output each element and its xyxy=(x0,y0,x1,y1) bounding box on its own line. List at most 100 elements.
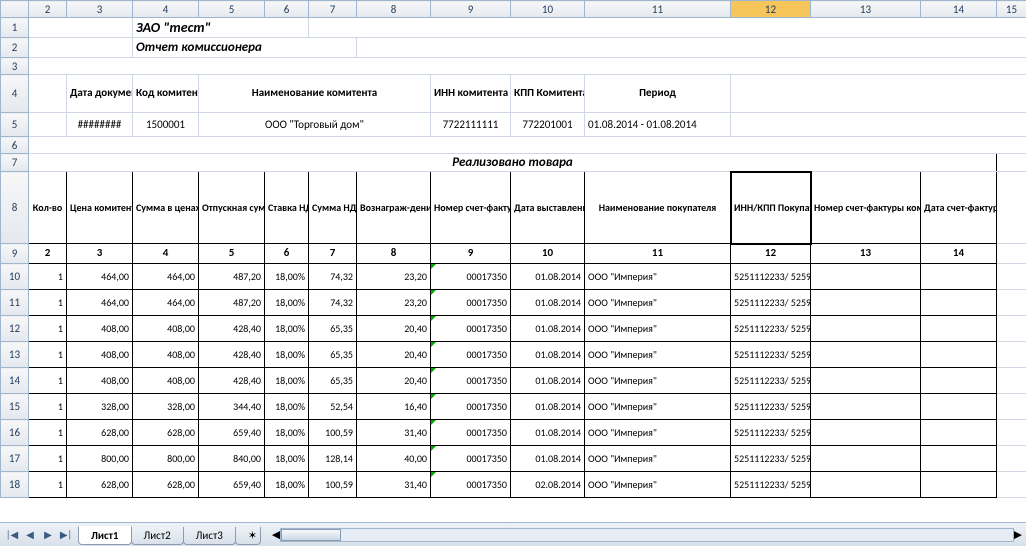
data-cell[interactable]: 487,20 xyxy=(199,264,265,290)
colnum-7[interactable]: 7 xyxy=(309,244,357,264)
data-cell[interactable] xyxy=(921,420,997,446)
data-cell[interactable]: 20,40 xyxy=(357,342,431,368)
row-header-17[interactable]: 17 xyxy=(1,446,29,472)
data-cell[interactable]: 1 xyxy=(29,446,67,472)
data-cell[interactable]: 800,00 xyxy=(67,446,133,472)
data-cell[interactable]: 5251112233/ 525901001 xyxy=(731,394,811,420)
data-cell[interactable]: 01.08.2014 xyxy=(511,394,585,420)
data-cell[interactable]: ООО "Империя" xyxy=(585,446,731,472)
sheet-tab-Лист2[interactable]: Лист2 xyxy=(131,527,184,545)
data-cell[interactable]: 5251112233/ 525901001 xyxy=(731,472,811,498)
col-header-14[interactable]: 14 xyxy=(921,1,997,18)
colnum-4[interactable]: 4 xyxy=(133,244,199,264)
row-header-9[interactable]: 9 xyxy=(1,244,29,264)
row-header-7[interactable]: 7 xyxy=(1,154,29,172)
col-header-6[interactable]: 6 xyxy=(265,1,309,18)
cell[interactable] xyxy=(997,172,1026,244)
row-header-14[interactable]: 14 xyxy=(1,368,29,394)
data-cell[interactable]: 00017350 xyxy=(431,368,511,394)
selected-cell[interactable]: ИНН/КПП Покупателя xyxy=(731,172,811,244)
col-header-11[interactable]: 11 xyxy=(585,1,731,18)
colnum-11[interactable]: 11 xyxy=(585,244,731,264)
col-header-2[interactable]: 2 xyxy=(29,1,67,18)
cell[interactable] xyxy=(997,316,1026,342)
data-cell[interactable]: 01.08.2014 xyxy=(511,264,585,290)
data-cell[interactable]: 20,40 xyxy=(357,368,431,394)
val-period[interactable]: 01.08.2014 - 01.08.2014 xyxy=(585,113,731,137)
data-cell[interactable] xyxy=(811,290,921,316)
data-cell[interactable]: 00017350 xyxy=(431,420,511,446)
colnum-6[interactable]: 6 xyxy=(265,244,309,264)
data-cell[interactable] xyxy=(921,472,997,498)
data-cell[interactable]: 628,00 xyxy=(133,420,199,446)
col-header-15[interactable]: 15 xyxy=(997,1,1026,18)
data-cell[interactable] xyxy=(811,368,921,394)
nav-prev-button[interactable]: ◀ xyxy=(22,527,38,543)
grid-area[interactable]: 23456789101112131415 1ЗАО "тест"2Отчет к… xyxy=(0,0,1026,522)
data-cell[interactable]: 1 xyxy=(29,420,67,446)
sheet-tab-Лист3[interactable]: Лист3 xyxy=(183,527,236,545)
data-cell[interactable] xyxy=(921,368,997,394)
data-cell[interactable] xyxy=(811,394,921,420)
col-header-7[interactable]: 7 xyxy=(309,1,357,18)
colnum-12[interactable]: 12 xyxy=(731,244,811,264)
data-cell[interactable]: 5251112233/ 525901001 xyxy=(731,446,811,472)
hscroll-thumb[interactable] xyxy=(281,529,341,541)
row-header-13[interactable]: 13 xyxy=(1,342,29,368)
cell[interactable] xyxy=(357,38,1026,58)
hdr-sell[interactable]: Отпускная сумма комиссион ера xyxy=(199,172,265,244)
data-cell[interactable]: ООО "Империя" xyxy=(585,472,731,498)
row-header-10[interactable]: 10 xyxy=(1,264,29,290)
val-code[interactable]: 1500001 xyxy=(133,113,199,137)
data-cell[interactable]: 00017350 xyxy=(431,290,511,316)
cell[interactable] xyxy=(997,472,1026,498)
data-cell[interactable]: 01.08.2014 xyxy=(511,316,585,342)
data-cell[interactable]: 628,00 xyxy=(67,420,133,446)
hdr-period[interactable]: Период xyxy=(585,75,731,113)
col-header-3[interactable]: 3 xyxy=(67,1,133,18)
data-cell[interactable]: 408,00 xyxy=(133,368,199,394)
cell[interactable] xyxy=(29,75,67,113)
row-header-18[interactable]: 18 xyxy=(1,472,29,498)
data-cell[interactable]: 5251112233/ 525901001 xyxy=(731,368,811,394)
data-cell[interactable] xyxy=(811,446,921,472)
row-header-3[interactable]: 3 xyxy=(1,58,29,75)
data-cell[interactable]: 18,00% xyxy=(265,316,309,342)
row-header-1[interactable]: 1 xyxy=(1,18,29,38)
data-cell[interactable]: 408,00 xyxy=(67,368,133,394)
data-cell[interactable]: 464,00 xyxy=(133,290,199,316)
data-cell[interactable] xyxy=(921,316,997,342)
data-cell[interactable]: ООО "Империя" xyxy=(585,342,731,368)
data-cell[interactable]: ООО "Империя" xyxy=(585,368,731,394)
data-cell[interactable]: 1 xyxy=(29,368,67,394)
cell[interactable] xyxy=(29,113,67,137)
data-cell[interactable]: 20,40 xyxy=(357,316,431,342)
data-cell[interactable]: 428,40 xyxy=(199,342,265,368)
colnum-8[interactable]: 8 xyxy=(357,244,431,264)
data-cell[interactable]: 128,14 xyxy=(309,446,357,472)
cell[interactable] xyxy=(997,368,1026,394)
report-title[interactable]: Отчет комиссионера xyxy=(133,38,357,58)
row-header-15[interactable]: 15 xyxy=(1,394,29,420)
row-header-5[interactable]: 5 xyxy=(1,113,29,137)
data-cell[interactable]: 628,00 xyxy=(133,472,199,498)
data-cell[interactable]: 01.08.2014 xyxy=(511,368,585,394)
hdr-kpp[interactable]: КПП Комитента xyxy=(511,75,585,113)
data-cell[interactable]: 02.08.2014 xyxy=(511,472,585,498)
col-header-10[interactable]: 10 xyxy=(511,1,585,18)
hdr-code[interactable]: Код комитента xyxy=(133,75,199,113)
company-title[interactable]: ЗАО "тест" xyxy=(133,18,309,38)
row-header-8[interactable]: 8 xyxy=(1,172,29,244)
select-all-corner[interactable] xyxy=(1,1,29,18)
data-cell[interactable]: 464,00 xyxy=(133,264,199,290)
data-cell[interactable]: 01.08.2014 xyxy=(511,446,585,472)
nav-first-button[interactable]: |◀ xyxy=(4,527,20,543)
data-cell[interactable]: 23,20 xyxy=(357,264,431,290)
data-cell[interactable]: 100,59 xyxy=(309,472,357,498)
data-cell[interactable] xyxy=(921,446,997,472)
data-cell[interactable] xyxy=(921,394,997,420)
cell[interactable] xyxy=(997,244,1026,264)
hscroll-right-button[interactable]: ▶ xyxy=(1014,528,1022,541)
hdr-vatsum[interactable]: Сумма НДС xyxy=(309,172,357,244)
hdr-name[interactable]: Наименование комитента xyxy=(199,75,431,113)
